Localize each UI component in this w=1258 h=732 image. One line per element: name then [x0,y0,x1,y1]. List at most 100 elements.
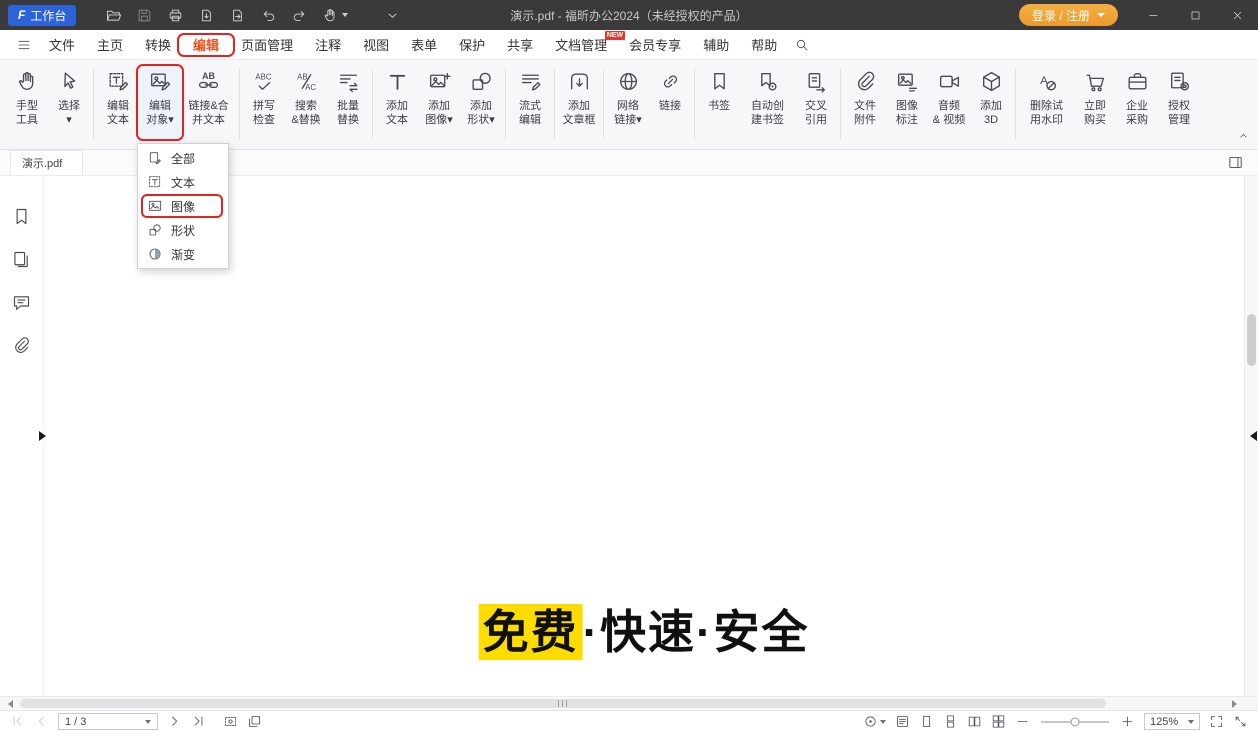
close-button[interactable] [1216,0,1258,30]
ribbon-button-add-image[interactable]: 添加 图像▾ [418,65,460,143]
hamburger-menu-icon[interactable] [10,31,38,59]
ribbon-button-image-annotation[interactable]: 图像 标注 [886,65,928,143]
ribbon-button-license-manage[interactable]: 授权 管理 [1158,65,1200,143]
dropdown-item-image[interactable]: 图像 [138,194,228,218]
file-attachment-icon [853,67,878,96]
page-thumbnails-icon[interactable] [11,249,32,270]
ribbon-button-search-replace[interactable]: ABAC 搜索 &替换 [285,65,327,143]
attachments-panel-icon[interactable] [11,335,32,356]
scroll-left-arrow-icon[interactable] [2,697,18,710]
document-tab[interactable]: 演示.pdf [10,150,83,175]
clipboard-copy-icon[interactable] [247,714,262,729]
vertical-scrollbar-thumb[interactable] [1247,314,1256,366]
print-icon[interactable] [162,2,189,29]
collapse-ribbon-icon[interactable] [1237,129,1250,142]
ribbon-button-buy-now[interactable]: 立即 购买 [1074,65,1116,143]
login-register-button[interactable]: 登录 / 注册 [1019,4,1118,26]
reading-mode-icon[interactable] [895,714,910,729]
ribbon-button-label: 添加 文章框 [563,99,596,128]
menu-tab-help[interactable]: 帮助 [740,30,788,60]
export-pdf-icon[interactable] [193,2,220,29]
menu-tab-page-management[interactable]: 页面管理 [230,30,304,60]
zoom-out-button[interactable] [1015,714,1030,729]
save-icon[interactable] [131,2,158,29]
menu-tab-edit[interactable]: 编辑 [182,30,230,60]
dropdown-item-all[interactable]: 全部 [138,146,228,170]
ribbon-button-link[interactable]: 链接 [649,65,691,143]
workspace-button[interactable]: 工作台 [8,5,76,26]
zoom-level-select[interactable]: 125% [1144,713,1200,730]
hand-mode-icon[interactable] [317,2,353,29]
ribbon-button-flow-edit[interactable]: 流式 编辑 [509,65,551,143]
menu-tab-form[interactable]: 表单 [400,30,448,60]
maximize-button[interactable] [1174,0,1216,30]
dropdown-item-shape[interactable]: 形状 [138,218,228,242]
dropdown-item-text[interactable]: 文本 [138,170,228,194]
zoom-slider-thumb[interactable] [1071,717,1080,726]
menu-tab-label: 文档管理 [555,35,607,54]
ribbon-button-batch-replace[interactable]: 批量 替换 [327,65,369,143]
add-shape-icon [469,67,494,96]
bookmarks-panel-icon[interactable] [11,206,32,227]
redo-icon[interactable] [286,2,313,29]
menu-tab-view[interactable]: 视图 [352,30,400,60]
dropdown-item-gradient[interactable]: 渐变 [138,242,228,266]
facing-view-icon[interactable] [967,714,982,729]
menu-tab-member-exclusive[interactable]: 会员专享 [618,30,692,60]
ribbon-button-spellcheck[interactable]: ABC 拼写 检查 [243,65,285,143]
next-page-icon[interactable] [167,714,182,729]
first-page-icon[interactable] [10,714,25,729]
ribbon-button-remove-watermark[interactable]: A 删除试 用水印 [1019,65,1074,143]
snapshot-icon[interactable] [223,714,238,729]
ribbon-button-add-article-box[interactable]: 添加 文章框 [558,65,600,143]
customize-toolbar-chevron-icon[interactable] [379,2,406,29]
minimize-button[interactable] [1132,0,1174,30]
ribbon-button-auto-bookmark[interactable]: 自动创 建书签 [740,65,795,143]
menu-tab-file[interactable]: 文件 [38,30,86,60]
ribbon-button-web-link[interactable]: 网络 链接▾ [607,65,649,143]
ribbon-button-edit-text[interactable]: 编辑 文本 [97,65,139,143]
search-icon[interactable] [788,31,816,59]
menu-tab-home[interactable]: 主页 [86,30,134,60]
ribbon-button-bookmark[interactable]: 书签 [698,65,740,143]
menu-tab-comment[interactable]: 注释 [304,30,352,60]
previous-page-icon[interactable] [34,714,49,729]
undo-icon[interactable] [255,2,282,29]
left-panel-expand-handle[interactable] [39,431,46,441]
last-page-icon[interactable] [191,714,206,729]
right-panel-expand-handle[interactable] [1250,431,1257,441]
menu-tab-protect[interactable]: 保护 [448,30,496,60]
zoom-in-button[interactable] [1120,714,1135,729]
share-document-icon[interactable] [224,2,251,29]
panel-layout-icon[interactable] [1227,154,1244,171]
ribbon-button-file-attachment[interactable]: 文件 附件 [844,65,886,143]
comments-panel-icon[interactable] [11,292,32,313]
ribbon-button-select[interactable]: 选择 ▾ [48,65,90,143]
fullscreen-icon[interactable] [1209,714,1224,729]
ribbon-button-audio-video[interactable]: 音频 & 视频 [928,65,970,143]
ribbon-button-hand-tool[interactable]: 手型 工具 [6,65,48,143]
open-folder-icon[interactable] [100,2,127,29]
menu-tab-doc-management[interactable]: 文档管理 NEW [544,30,618,60]
ribbon-button-link-merge-text[interactable]: AB 链接&合 并文本 [181,65,236,143]
menu-tab-accessibility[interactable]: 辅助 [692,30,740,60]
auto-bookmark-icon [755,67,780,96]
horizontal-scrollbar-thumb[interactable] [20,699,1106,708]
fit-window-icon[interactable] [1233,714,1248,729]
facing-continuous-view-icon[interactable] [991,714,1006,729]
ribbon-button-edit-object[interactable]: 编辑 对象▾ 全部 文本 图像 形状 渐变 [139,65,181,143]
zoom-slider[interactable] [1041,721,1109,723]
ribbon-button-add-3d[interactable]: 添加 3D [970,65,1012,143]
scroll-right-arrow-icon[interactable] [1226,697,1242,710]
ribbon-button-add-shape[interactable]: 添加 形状▾ [460,65,502,143]
horizontal-scrollbar[interactable] [0,696,1258,710]
actual-size-icon[interactable] [863,714,886,729]
single-page-view-icon[interactable] [919,714,934,729]
menu-tab-convert[interactable]: 转换 [134,30,182,60]
menu-tab-share[interactable]: 共享 [496,30,544,60]
continuous-view-icon[interactable] [943,714,958,729]
ribbon-button-cross-reference[interactable]: 交叉 引用 [795,65,837,143]
ribbon-button-add-text[interactable]: 添加 文本 [376,65,418,143]
ribbon-button-enterprise-purchase[interactable]: 企业 采购 [1116,65,1158,143]
page-number-select[interactable]: 1 / 3 [58,713,158,730]
